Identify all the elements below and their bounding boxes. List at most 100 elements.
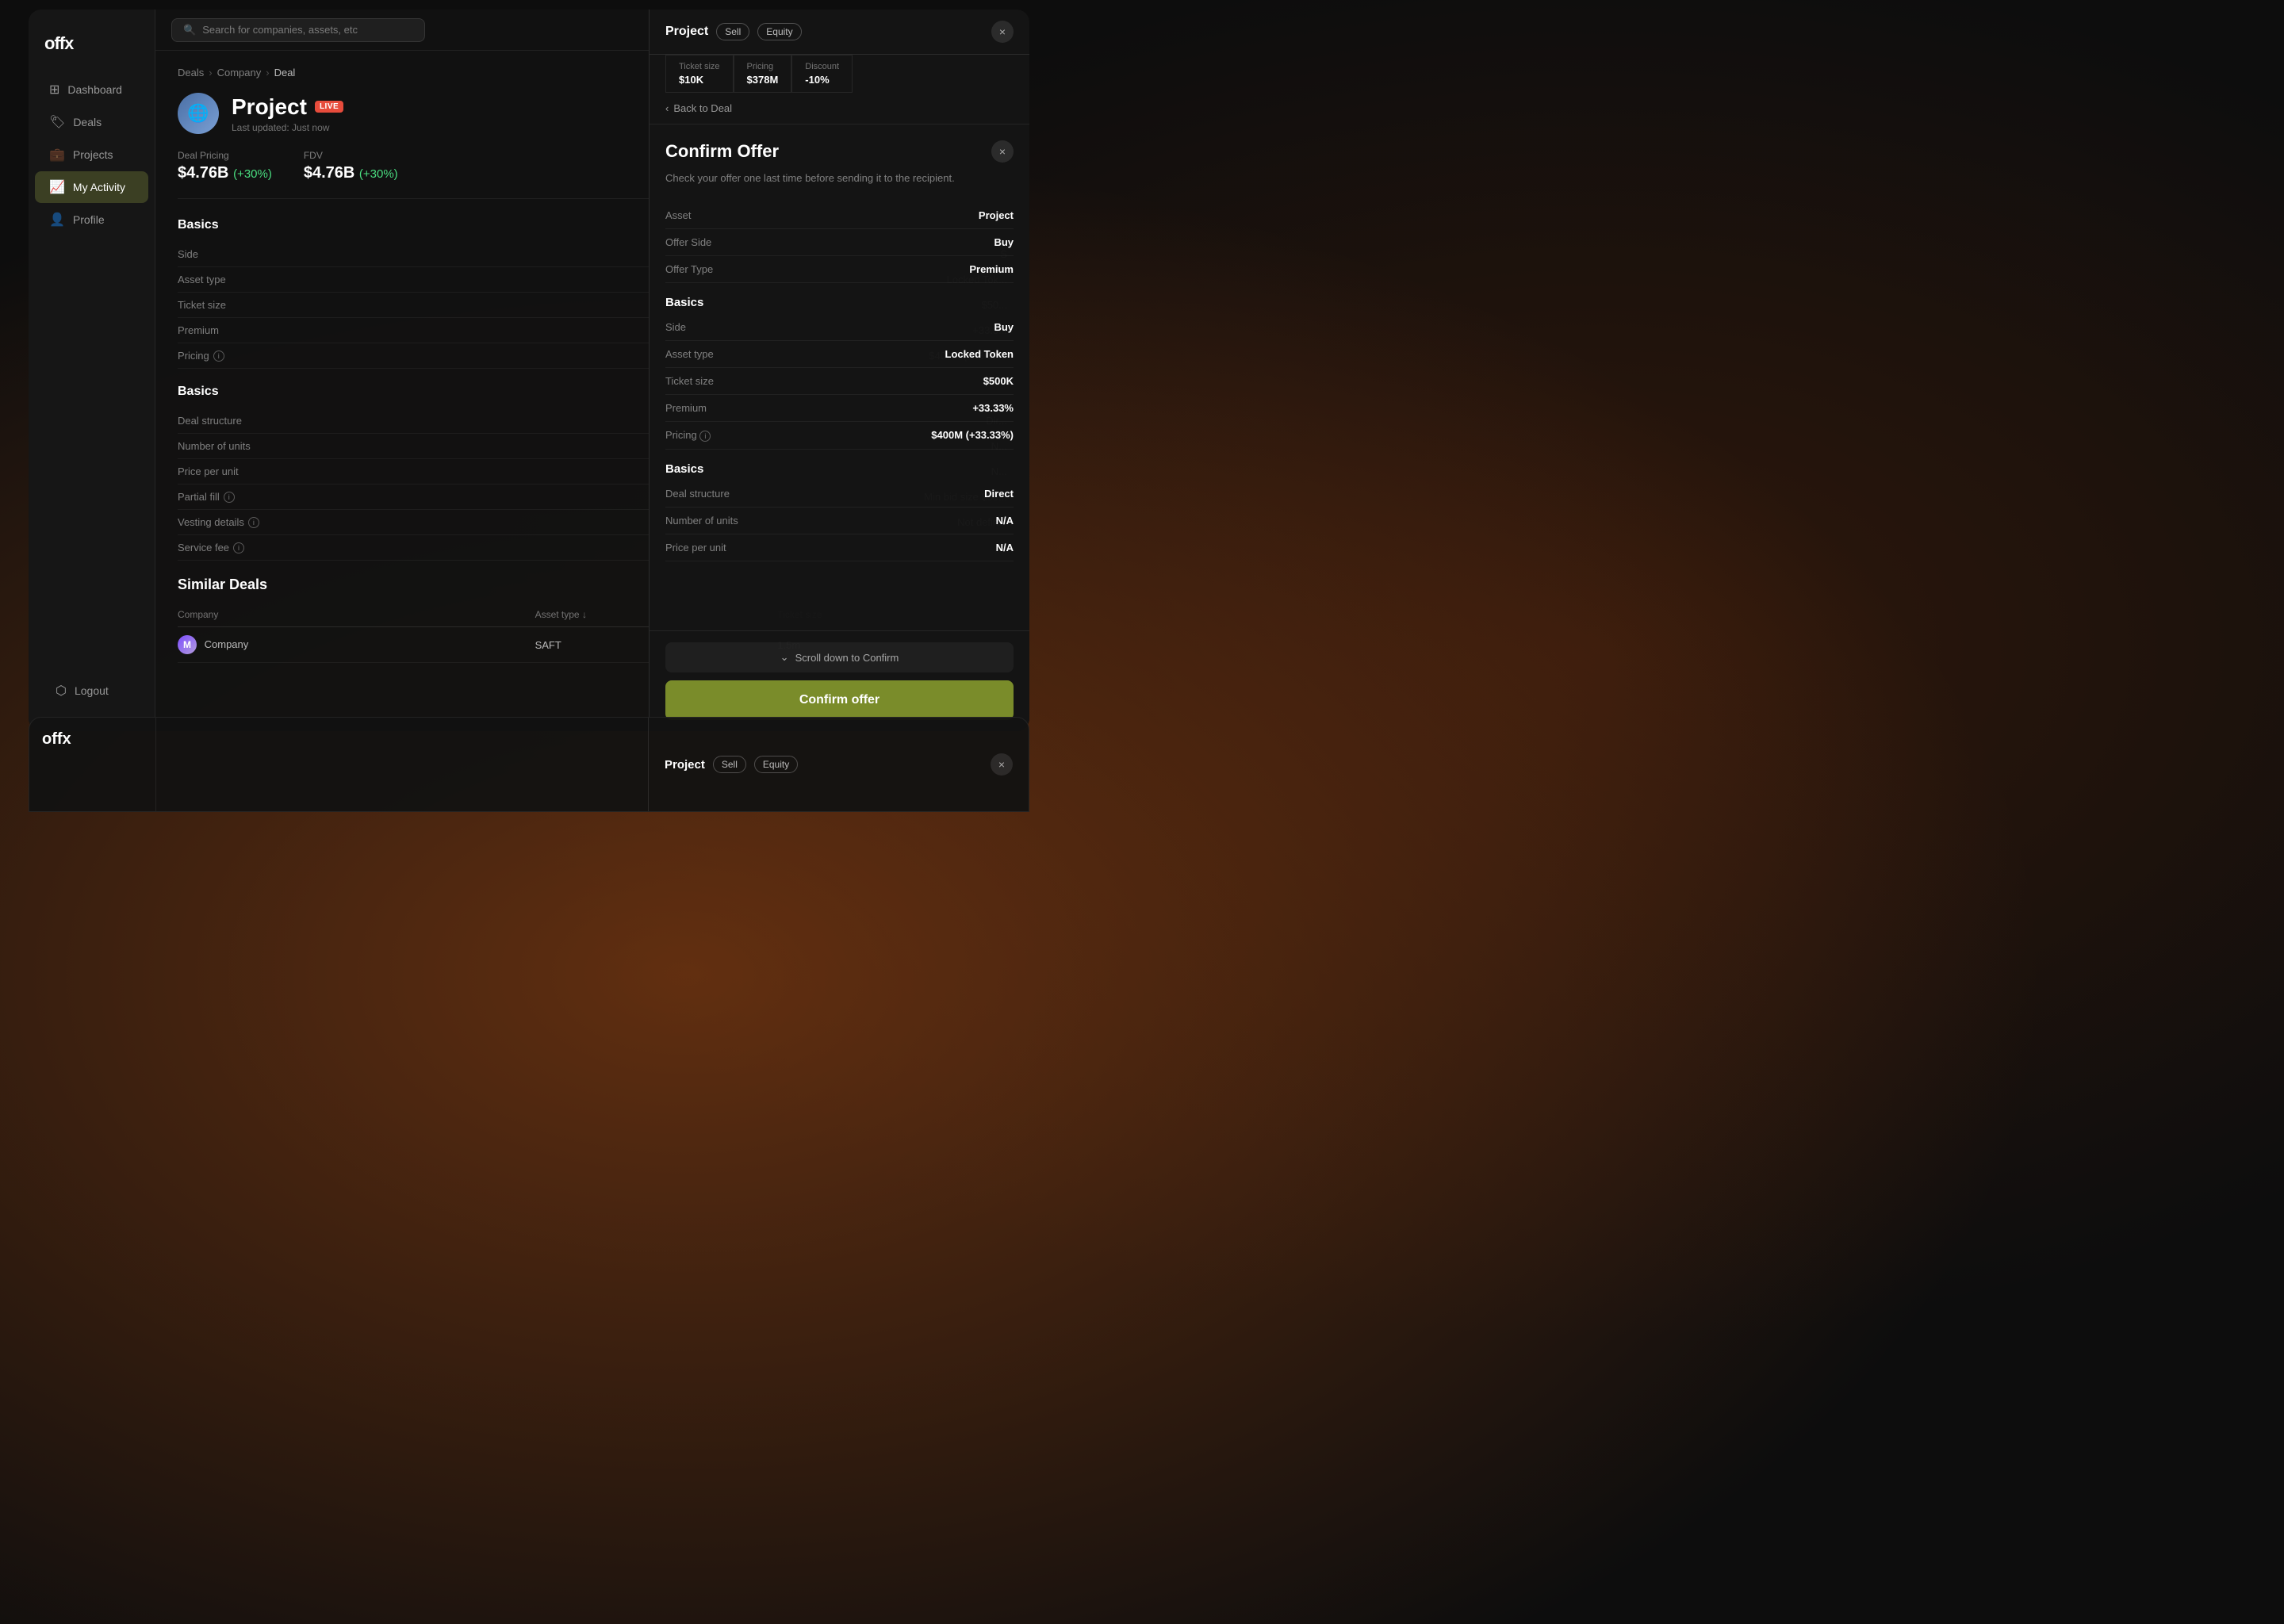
breadcrumb-deal[interactable]: Deal xyxy=(274,67,296,79)
confirm-offer-title: Confirm Offer xyxy=(665,141,779,162)
sidebar-label-projects: Projects xyxy=(73,148,113,161)
second-project-label: Project xyxy=(665,758,705,772)
confirm-panel[interactable]: Confirm Offer × Check your offer one las… xyxy=(650,124,1029,630)
ticket-metrics: Ticket size $10K Pricing $378M Discount … xyxy=(650,55,1029,93)
logout-button[interactable]: ⬡ Logout xyxy=(41,675,142,707)
app-logo: offx xyxy=(29,25,155,73)
deal-avatar: 🌐 xyxy=(178,93,219,134)
confirm-offer-type-row: Offer Type Premium xyxy=(665,256,1014,283)
ticket-size-cell: Ticket size $10K xyxy=(665,55,734,93)
confirm-basics-2-title: Basics xyxy=(665,462,1014,476)
confirm-price-per-unit-row: Price per unit N/A xyxy=(665,534,1014,561)
sidebar-nav: ⊞ Dashboard 🏷 Deals 💼 Projects 📈 My Acti… xyxy=(29,73,155,236)
second-close-button[interactable]: × xyxy=(991,753,1013,776)
deals-icon: 🏷 xyxy=(49,114,65,130)
sidebar-item-dashboard[interactable]: ⊞ Dashboard xyxy=(35,74,148,105)
breadcrumb-deals[interactable]: Deals xyxy=(178,67,204,79)
ticket-discount-value: -10% xyxy=(805,74,839,86)
second-window: offx Project Sell Equity × xyxy=(29,717,1029,812)
dashboard-icon: ⊞ xyxy=(49,82,59,98)
confirm-subtitle: Check your offer one last time before se… xyxy=(665,170,1014,186)
confirm-actions: ⌄ Scroll down to Confirm Confirm offer xyxy=(650,630,1029,731)
ticket-discount-label: Discount xyxy=(805,62,839,71)
col-header-company: Company xyxy=(178,609,523,620)
ticket-size-value: $10K xyxy=(679,74,720,86)
sidebar-item-projects[interactable]: 💼 Projects xyxy=(35,139,148,170)
confirm-ticket-size-row: Ticket size $500K xyxy=(665,368,1014,395)
projects-icon: 💼 xyxy=(49,147,65,163)
profile-icon: 👤 xyxy=(49,212,65,228)
fdv-label: FDV xyxy=(304,150,398,161)
main-window: offx ⊞ Dashboard 🏷 Deals 💼 Projects 📈 My… xyxy=(29,10,1029,731)
sidebar: offx ⊞ Dashboard 🏷 Deals 💼 Projects 📈 My… xyxy=(29,10,155,731)
confirm-offer-side-row: Offer Side Buy xyxy=(665,229,1014,256)
second-equity-button[interactable]: Equity xyxy=(754,756,798,773)
deal-title: Project xyxy=(232,94,307,120)
deal-title-block: Project LIVE Last updated: Just now xyxy=(232,94,343,133)
second-right-panel: Project Sell Equity × xyxy=(648,718,1029,811)
back-arrow-icon: ‹ xyxy=(665,102,669,114)
sidebar-item-profile[interactable]: 👤 Profile xyxy=(35,204,148,236)
fdv-metric: FDV $4.76B (+30%) xyxy=(304,150,398,182)
confirm-header: Confirm Offer × xyxy=(665,140,1014,163)
ticket-pricing-value: $378M xyxy=(747,74,779,86)
confirm-pricing-info-icon[interactable]: i xyxy=(699,431,711,442)
sidebar-item-deals[interactable]: 🏷 Deals xyxy=(35,106,148,138)
deal-updated: Last updated: Just now xyxy=(232,122,343,133)
confirm-num-units-row: Number of units N/A xyxy=(665,508,1014,534)
deal-pricing-label: Deal Pricing xyxy=(178,150,272,161)
confirm-premium-row: Premium +33.33% xyxy=(665,395,1014,422)
company-cell: M Company xyxy=(178,635,523,654)
partial-fill-info-icon[interactable]: i xyxy=(224,492,235,503)
back-to-deal-label: Back to Deal xyxy=(673,102,732,114)
sidebar-label-dashboard: Dashboard xyxy=(67,83,122,96)
breadcrumb-company[interactable]: Company xyxy=(217,67,262,79)
confirm-offer-button[interactable]: Confirm offer xyxy=(665,680,1014,720)
search-placeholder: Search for companies, assets, etc xyxy=(202,24,358,36)
confirm-deal-structure-row: Deal structure Direct xyxy=(665,481,1014,508)
search-bar[interactable]: 🔍 Search for companies, assets, etc xyxy=(171,18,425,42)
second-logo: offx xyxy=(42,730,143,749)
scroll-hint-label: Scroll down to Confirm xyxy=(795,652,899,664)
pricing-info-icon[interactable]: i xyxy=(213,350,224,362)
ticket-pricing-cell: Pricing $378M xyxy=(734,55,792,93)
right-panel: Project Sell Equity × Ticket size $10K P… xyxy=(649,10,1029,731)
ticket-bar: Project Sell Equity × xyxy=(650,10,1029,55)
sidebar-label-deals: Deals xyxy=(73,116,102,128)
sidebar-label-profile: Profile xyxy=(73,213,105,226)
deal-pricing-value: $4.76B (+30%) xyxy=(178,164,272,182)
scroll-hint[interactable]: ⌄ Scroll down to Confirm xyxy=(665,642,1014,672)
second-sell-button[interactable]: Sell xyxy=(713,756,746,773)
logout-icon: ⬡ xyxy=(56,683,67,699)
ticket-size-label: Ticket size xyxy=(679,62,720,71)
second-sidebar: offx xyxy=(29,718,156,811)
equity-button[interactable]: Equity xyxy=(757,23,801,40)
confirm-asset-row: Asset Project xyxy=(665,202,1014,229)
company-name: Company xyxy=(205,638,249,650)
logout-label: Logout xyxy=(75,684,109,697)
my-activity-icon: 📈 xyxy=(49,179,65,195)
confirm-close-button[interactable]: × xyxy=(991,140,1014,163)
confirm-asset-type-row: Asset type Locked Token xyxy=(665,341,1014,368)
sidebar-label-my-activity: My Activity xyxy=(73,181,125,193)
company-avatar: M xyxy=(178,635,197,654)
back-to-deal-link[interactable]: ‹ Back to Deal xyxy=(650,93,1029,124)
second-content xyxy=(156,718,648,811)
right-panel-close-button[interactable]: × xyxy=(991,21,1014,43)
sell-button[interactable]: Sell xyxy=(716,23,749,40)
confirm-pricing-row: Pricing i $400M (+33.33%) xyxy=(665,422,1014,450)
deal-pricing-metric: Deal Pricing $4.76B (+30%) xyxy=(178,150,272,182)
sidebar-bottom: ⬡ Logout xyxy=(29,666,155,715)
vesting-info-icon[interactable]: i xyxy=(248,517,259,528)
sidebar-item-my-activity[interactable]: 📈 My Activity xyxy=(35,171,148,203)
service-fee-info-icon[interactable]: i xyxy=(233,542,244,553)
ticket-pricing-label: Pricing xyxy=(747,62,779,71)
chevron-down-icon: ⌄ xyxy=(780,651,789,664)
live-badge: LIVE xyxy=(315,101,343,113)
search-icon: 🔍 xyxy=(183,24,196,36)
ticket-discount-cell: Discount -10% xyxy=(791,55,853,93)
fdv-value: $4.76B (+30%) xyxy=(304,164,398,182)
confirm-side-row: Side Buy xyxy=(665,314,1014,341)
right-panel-project-label: Project xyxy=(665,25,708,39)
confirm-basics-1-title: Basics xyxy=(665,296,1014,309)
